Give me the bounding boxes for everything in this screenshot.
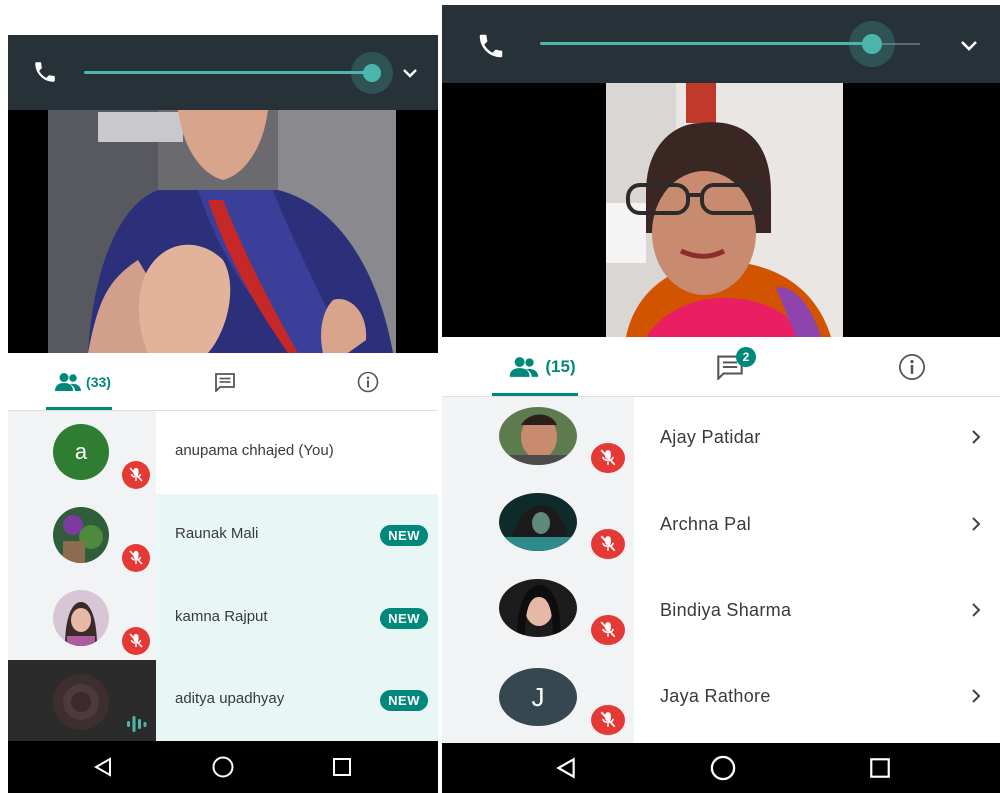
people-count: (33) [86,373,111,390]
chevron-right-icon[interactable] [968,516,984,532]
people-icon [510,356,539,377]
avatar [53,507,109,563]
speaker-video-image [48,110,396,353]
participant-list: Ajay Patidar Archna Pal Bindiya Sharma J… [442,397,1000,743]
chat-icon [215,372,235,392]
home-icon[interactable] [211,755,235,779]
participant-row[interactable]: J Jaya Rathore [442,655,1000,743]
mic-off-icon [591,705,625,735]
tab-people[interactable]: (15) [492,337,592,396]
avatar: J [499,668,577,726]
phone-icon[interactable] [476,31,506,61]
participant-row[interactable]: kamna Rajput NEW [8,577,438,660]
participant-row[interactable]: Archna Pal [442,483,1000,569]
avatar-photo [499,407,577,465]
avatar [499,493,577,551]
volume-slider-thumb[interactable] [862,34,882,54]
participant-name: Raunak Mali [175,525,259,542]
phone-icon[interactable] [32,59,58,85]
mic-off-icon [591,443,625,473]
mic-off-icon [591,529,625,559]
new-badge: NEW [380,608,428,629]
participants-tab-bar: (15) 2 [442,337,1000,397]
recents-icon[interactable] [868,756,892,780]
chevron-down-icon[interactable] [960,39,978,53]
info-icon [357,371,379,392]
avatar [499,579,577,637]
android-nav-bar [8,741,438,793]
active-tab-indicator [492,393,578,396]
participant-name: Jaya Rathore [660,686,771,706]
participant-name: Bindiya Sharma [660,600,792,620]
speaker-video-image [606,83,843,337]
volume-slider-track[interactable] [540,42,872,45]
tab-chat[interactable]: 2 [700,337,760,396]
participant-row[interactable]: a anupama chhajed (You) [8,411,438,494]
avatar-photo [499,579,577,637]
home-icon[interactable] [709,754,737,782]
participant-name: Archna Pal [660,514,752,534]
chevron-right-icon[interactable] [968,429,984,445]
new-badge: NEW [380,690,428,711]
avatar [53,590,109,646]
participant-row[interactable]: aditya upadhyay NEW [8,660,438,741]
avatar-photo [53,507,109,563]
tab-chat[interactable] [200,353,250,410]
participant-name: kamna Rajput [175,608,268,625]
participant-row[interactable]: Raunak Mali NEW [8,494,438,577]
mic-off-icon [591,615,625,645]
participant-row[interactable]: Bindiya Sharma [442,569,1000,655]
people-count: (15) [545,356,576,376]
left-screenshot: (33) a anupama chhajed (You) Raunak Mali… [8,35,438,793]
call-bar [442,5,1000,83]
chevron-right-icon[interactable] [968,602,984,618]
mic-off-icon [122,461,150,489]
avatar-photo [53,674,109,730]
unread-chat-badge: 2 [736,347,756,367]
tab-info[interactable] [343,353,393,410]
call-bar [8,35,438,110]
video-area [8,110,438,353]
video-area [442,83,1000,337]
recents-icon[interactable] [331,756,353,778]
mic-off-icon [122,544,150,572]
tab-people[interactable]: (33) [38,353,128,410]
volume-slider-track[interactable] [84,71,370,74]
info-icon [899,353,925,380]
participant-list: a anupama chhajed (You) Raunak Mali NEW [8,411,438,741]
back-icon[interactable] [92,756,114,778]
speaker-video [606,83,843,337]
tab-info[interactable] [882,337,942,396]
avatar [53,674,109,730]
right-screenshot: (15) 2 Ajay Patidar Archna Pal Bindiya S… [442,5,1000,793]
avatar-photo [53,590,109,646]
avatar-letter: a [74,439,88,464]
participant-name: aditya upadhyay [175,690,285,707]
back-icon[interactable] [554,756,578,780]
participant-row[interactable]: Ajay Patidar [442,397,1000,483]
avatar-photo [499,493,577,551]
speaker-video [48,110,396,353]
avatar: a [53,424,109,480]
android-nav-bar [442,743,1000,793]
avatar [499,407,577,465]
new-badge: NEW [380,525,428,546]
participant-name: Ajay Patidar [660,427,761,447]
participant-name: anupama chhajed (You) [175,442,334,459]
participants-tab-bar: (33) [8,353,438,411]
chevron-down-icon[interactable] [402,67,418,79]
chevron-right-icon[interactable] [968,688,984,704]
mic-off-icon [122,627,150,655]
volume-slider-thumb[interactable] [363,64,381,82]
avatar-letter: J [531,681,545,712]
people-icon [55,372,82,391]
active-tab-indicator [46,407,112,410]
speaking-indicator-icon [127,716,147,732]
